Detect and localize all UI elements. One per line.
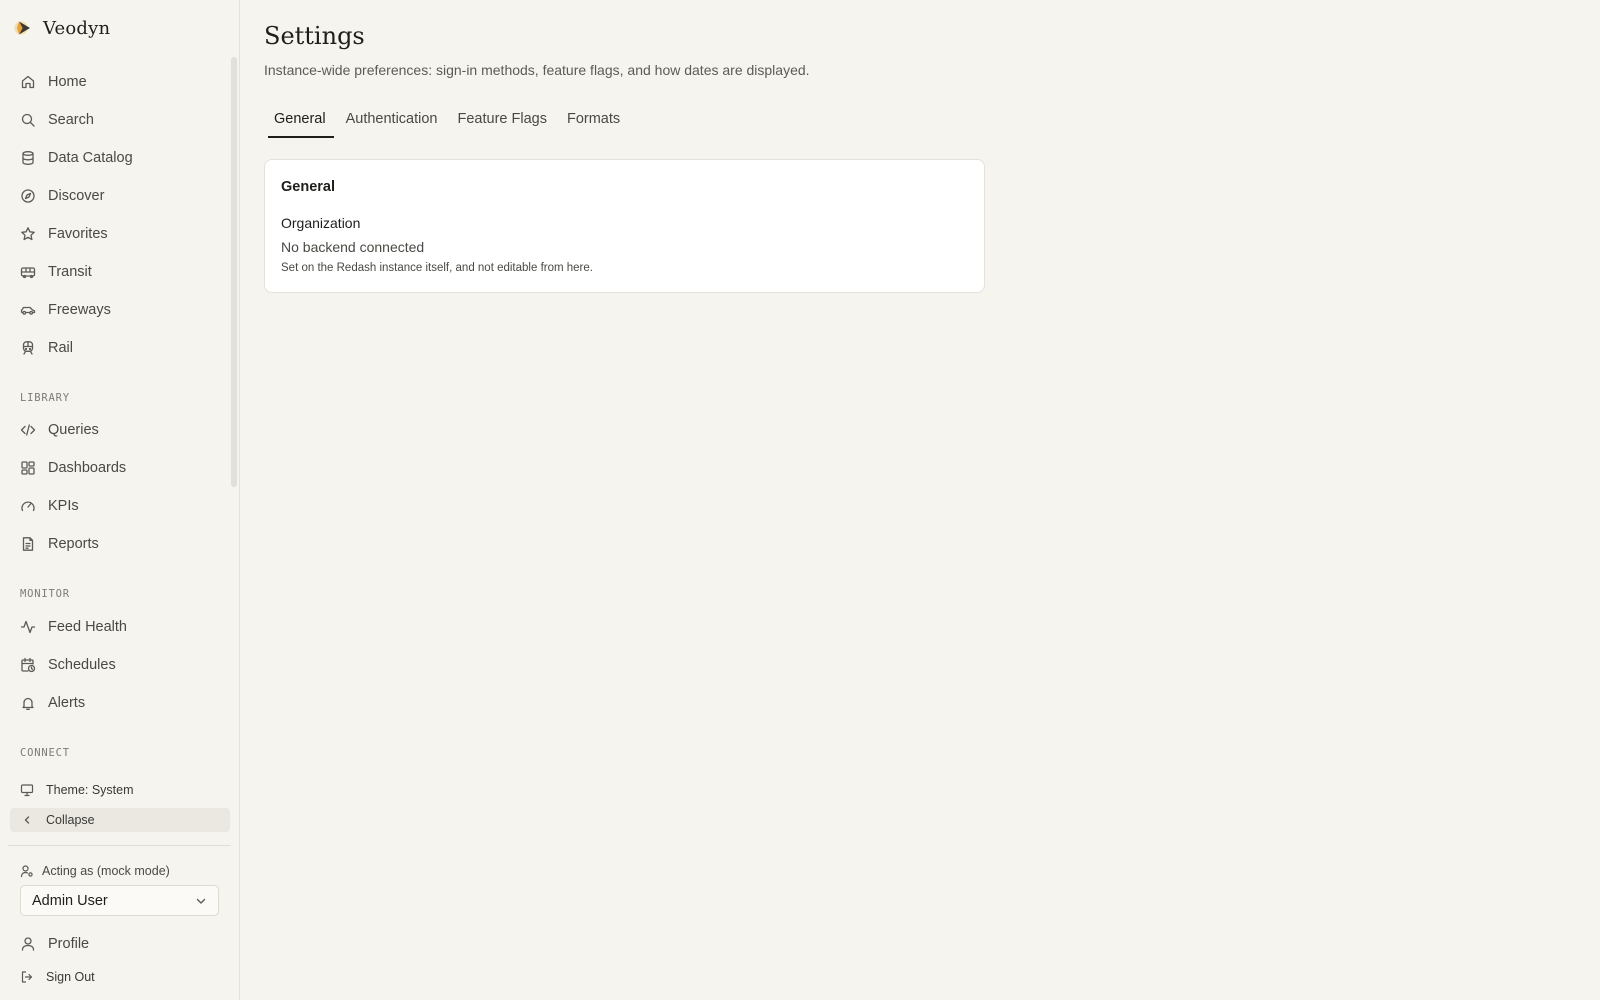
chevron-down-icon [194, 894, 208, 908]
chevron-left-icon [20, 813, 34, 827]
sidebar-item-label: Favorites [48, 226, 108, 242]
sidebar-item-queries[interactable]: Queries [10, 415, 230, 445]
sidebar-item-label: Reports [48, 536, 99, 552]
sidebar-item-profile[interactable]: Profile [10, 929, 230, 959]
main-content: Settings Instance-wide preferences: sign… [240, 0, 1600, 1000]
sidebar-item-label: Search [48, 112, 94, 128]
sidebar: Veodyn Home Search Data Catalog Discover… [0, 0, 240, 1000]
car-icon [20, 302, 36, 318]
monitor-icon [20, 783, 34, 797]
page-subtitle: Instance-wide preferences: sign-in metho… [264, 62, 810, 78]
search-icon [20, 112, 36, 128]
train-icon [20, 340, 36, 356]
sidebar-item-home[interactable]: Home [10, 67, 230, 97]
sidebar-item-alerts[interactable]: Alerts [10, 688, 230, 718]
collapse-button[interactable]: Collapse [10, 808, 230, 832]
grid-icon [20, 460, 36, 476]
sidebar-item-search[interactable]: Search [10, 105, 230, 135]
log-out-icon [20, 970, 34, 984]
sidebar-item-reports[interactable]: Reports [10, 529, 230, 559]
database-icon [20, 150, 36, 166]
sign-out-button[interactable]: Sign Out [10, 965, 230, 989]
sidebar-item-label: Freeways [48, 302, 111, 318]
organization-value: No backend connected [281, 239, 425, 255]
sidebar-item-favorites[interactable]: Favorites [10, 219, 230, 249]
sidebar-item-label: Feed Health [48, 619, 127, 635]
app-name: Veodyn [43, 17, 111, 39]
file-text-icon [20, 536, 36, 552]
theme-label: Theme: System [46, 783, 134, 797]
tab-authentication[interactable]: Authentication [336, 106, 448, 138]
sidebar-item-label: Data Catalog [48, 150, 133, 166]
tab-feature-flags[interactable]: Feature Flags [448, 106, 557, 138]
sidebar-item-label: Schedules [48, 657, 116, 673]
bus-icon [20, 264, 36, 280]
general-card: General Organization No backend connecte… [264, 159, 985, 293]
sidebar-item-label: Rail [48, 340, 73, 356]
card-title: General [281, 179, 335, 195]
code-icon [20, 422, 36, 438]
sidebar-item-discover[interactable]: Discover [10, 181, 230, 211]
sidebar-item-label: Home [48, 74, 87, 90]
sidebar-item-rail[interactable]: Rail [10, 333, 230, 363]
sidebar-item-data-catalog[interactable]: Data Catalog [10, 143, 230, 173]
star-icon [20, 226, 36, 242]
tab-formats[interactable]: Formats [557, 106, 630, 138]
section-label-monitor: MONITOR [20, 588, 70, 600]
sidebar-scrollbar[interactable] [231, 57, 237, 487]
sign-out-label: Sign Out [46, 970, 95, 984]
compass-icon [20, 188, 36, 204]
sidebar-item-transit[interactable]: Transit [10, 257, 230, 287]
sidebar-item-feed-health[interactable]: Feed Health [10, 612, 230, 642]
bell-icon [20, 695, 36, 711]
sidebar-item-label: Discover [48, 188, 105, 204]
sidebar-item-freeways[interactable]: Freeways [10, 295, 230, 325]
acting-as-text: Acting as (mock mode) [42, 864, 170, 878]
theme-toggle[interactable]: Theme: System [10, 778, 230, 802]
sidebar-item-label: Dashboards [48, 460, 127, 476]
sidebar-divider [8, 845, 231, 846]
user-icon [20, 936, 36, 952]
sidebar-item-label: Alerts [48, 695, 86, 711]
home-icon [20, 74, 36, 90]
tab-general[interactable]: General [264, 106, 336, 138]
settings-tabs: General Authentication Feature Flags For… [264, 106, 630, 138]
gauge-icon [20, 498, 36, 514]
sidebar-item-label: Queries [48, 422, 99, 438]
brand[interactable]: Veodyn [14, 16, 110, 40]
sidebar-item-kpis[interactable]: KPIs [10, 491, 230, 521]
user-cog-icon [20, 864, 34, 878]
collapse-label: Collapse [46, 813, 95, 827]
organization-label: Organization [281, 215, 361, 231]
sidebar-item-label: Transit [48, 264, 92, 280]
veodyn-logo-icon [14, 21, 30, 35]
acting-user-select[interactable]: Admin User [20, 885, 219, 916]
calendar-clock-icon [20, 657, 36, 673]
activity-icon [20, 619, 36, 635]
organization-help-text: Set on the Redash instance itself, and n… [281, 262, 593, 274]
acting-user-value: Admin User [32, 892, 108, 909]
page-title: Settings [264, 22, 365, 50]
acting-as-label: Acting as (mock mode) [20, 862, 170, 880]
sidebar-item-schedules[interactable]: Schedules [10, 650, 230, 680]
sidebar-item-dashboards[interactable]: Dashboards [10, 453, 230, 483]
sidebar-item-label: Profile [48, 936, 90, 952]
section-label-connect: CONNECT [20, 747, 70, 759]
section-label-library: LIBRARY [20, 392, 70, 404]
sidebar-item-label: KPIs [48, 498, 79, 514]
